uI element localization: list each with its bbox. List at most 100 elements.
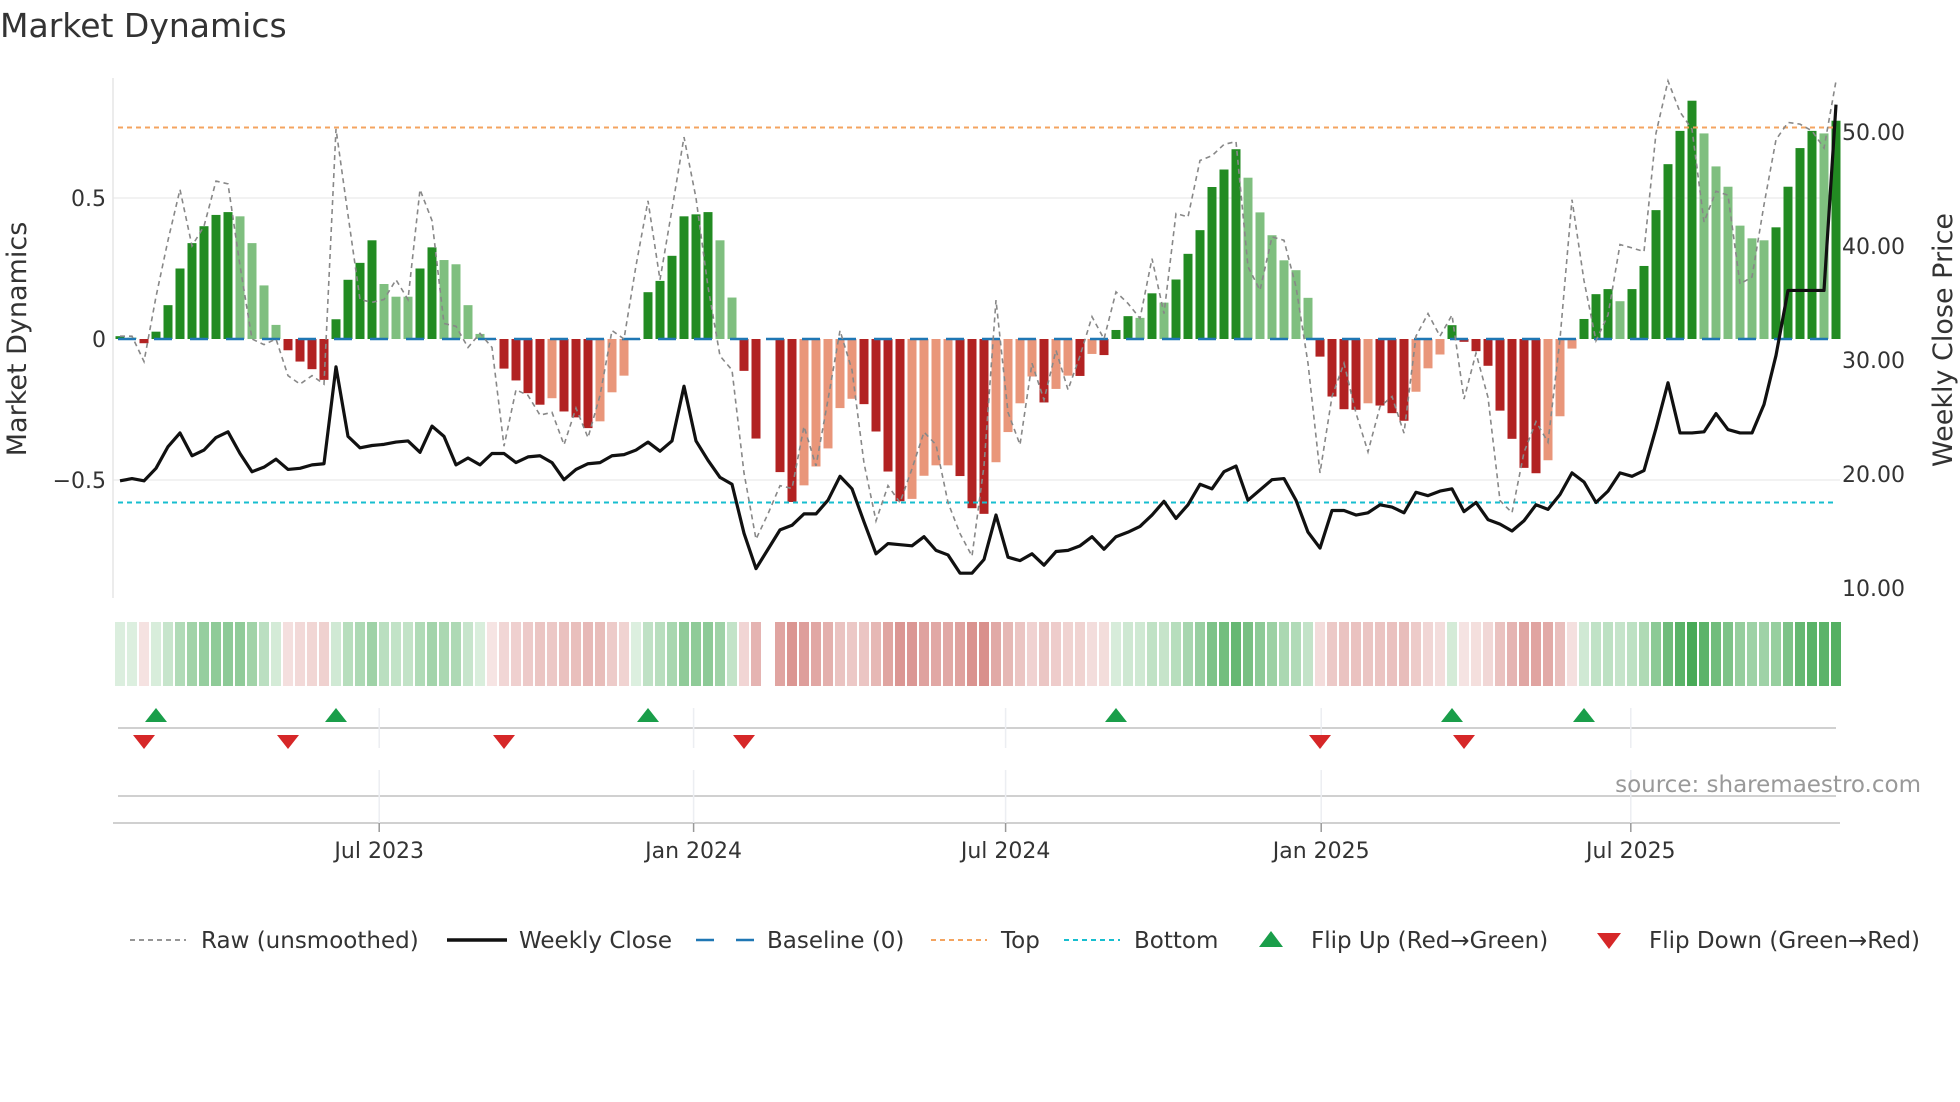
strip-cell <box>139 622 149 686</box>
momentum-bar <box>1027 339 1037 377</box>
source-label: source: sharemaestro.com <box>1615 772 1921 798</box>
left-axis-label: Market Dynamics <box>2 222 33 457</box>
momentum-bar <box>1747 238 1757 339</box>
raw-series-line <box>120 78 1837 559</box>
strip-cell <box>391 622 401 686</box>
strip-cell <box>1399 622 1409 686</box>
strip-cell <box>1639 622 1649 686</box>
flip-up-marker <box>145 708 167 722</box>
strip-cell <box>439 622 449 686</box>
strip-cell <box>1435 622 1445 686</box>
x-tick-label: Jul 2023 <box>332 839 424 864</box>
strip-cell <box>859 622 869 686</box>
strip-cell <box>463 622 473 686</box>
strip-cell <box>223 622 233 686</box>
strip-cell <box>1063 622 1073 686</box>
momentum-bar <box>1579 318 1589 339</box>
strip-cell <box>1147 622 1157 686</box>
momentum-bar <box>1687 100 1697 340</box>
strip-cell <box>1159 622 1169 686</box>
strip-cell <box>907 622 917 686</box>
momentum-bar <box>1207 187 1217 339</box>
momentum-bar <box>883 339 893 472</box>
legend-label: Raw (unsmoothed) <box>201 928 419 954</box>
momentum-bar <box>187 243 197 339</box>
momentum-bar <box>1279 260 1289 339</box>
momentum-bar <box>1303 297 1313 339</box>
momentum-bar <box>1615 301 1625 339</box>
strip-cell <box>331 622 341 686</box>
strip-cell <box>1315 622 1325 686</box>
momentum-bar <box>1663 164 1673 339</box>
strip-cell <box>1111 622 1121 686</box>
momentum-bar <box>511 339 521 381</box>
strip-cell <box>1387 622 1397 686</box>
strip-cell <box>175 622 185 686</box>
strip-cell <box>583 622 593 686</box>
strip-cell <box>595 622 605 686</box>
momentum-bar <box>667 255 677 339</box>
strip-cell <box>1723 622 1733 686</box>
strip-cell <box>1459 622 1469 686</box>
strip-cell <box>1255 622 1265 686</box>
momentum-bar <box>1039 339 1049 403</box>
strip-cell <box>295 622 305 686</box>
strip-cell <box>1543 622 1553 686</box>
strip-cell <box>1507 622 1517 686</box>
momentum-bar <box>211 214 221 339</box>
strip-cell <box>1735 622 1745 686</box>
strip-cell <box>559 622 569 686</box>
strip-cell <box>1831 622 1841 686</box>
strip-cell <box>619 622 629 686</box>
strip-cell <box>979 622 989 686</box>
strip-cell <box>751 622 761 686</box>
legend: Raw (unsmoothed) Weekly Close Baseline (0)… <box>130 928 1920 954</box>
strip-cell <box>811 622 821 686</box>
strip-cell <box>379 622 389 686</box>
strip-cell <box>1291 622 1301 686</box>
momentum-bar <box>343 279 353 339</box>
momentum-bar <box>499 339 509 369</box>
momentum-bar <box>1291 270 1301 339</box>
flip-down-marker <box>493 735 515 749</box>
legend-label: Bottom <box>1134 928 1218 954</box>
momentum-bar <box>751 339 761 439</box>
strip-cell <box>259 622 269 686</box>
strip-cell <box>643 622 653 686</box>
strip-cell <box>283 622 293 686</box>
momentum-bar <box>967 339 977 509</box>
momentum-bar <box>1315 339 1325 357</box>
momentum-bar <box>1363 339 1373 404</box>
momentum-bar <box>367 240 377 339</box>
momentum-bar <box>415 268 425 339</box>
strip-cell <box>1591 622 1601 686</box>
strip-cell <box>607 622 617 686</box>
momentum-bar <box>1795 148 1805 339</box>
strip-cell <box>691 622 701 686</box>
flip-up-marker <box>325 708 347 722</box>
momentum-bar <box>1219 169 1229 339</box>
momentum-bar <box>703 212 713 339</box>
momentum-bar <box>859 339 869 405</box>
strip-cell <box>667 622 677 686</box>
strip-cell <box>523 622 533 686</box>
right-tick-label: 20.00 <box>1842 463 1905 488</box>
legend-label: Flip Up (Red→Green) <box>1311 928 1548 954</box>
right-tick-label: 40.00 <box>1842 235 1905 260</box>
momentum-bar <box>547 339 557 399</box>
momentum-bar <box>355 262 365 339</box>
strip-cell <box>775 622 785 686</box>
strip-cell <box>1483 622 1493 686</box>
momentum-bar <box>259 285 269 339</box>
strip-cell <box>1075 622 1085 686</box>
momentum-bar <box>391 296 401 339</box>
flip-up-marker <box>637 708 659 722</box>
flip-down-marker <box>733 735 755 749</box>
strip-cell <box>1579 622 1589 686</box>
strip-cell <box>1531 622 1541 686</box>
momentum-bar <box>1063 339 1073 376</box>
strip-cell <box>1195 622 1205 686</box>
momentum-bar <box>739 339 749 371</box>
strip-cell <box>1687 622 1697 686</box>
momentum-bar <box>1759 240 1769 339</box>
